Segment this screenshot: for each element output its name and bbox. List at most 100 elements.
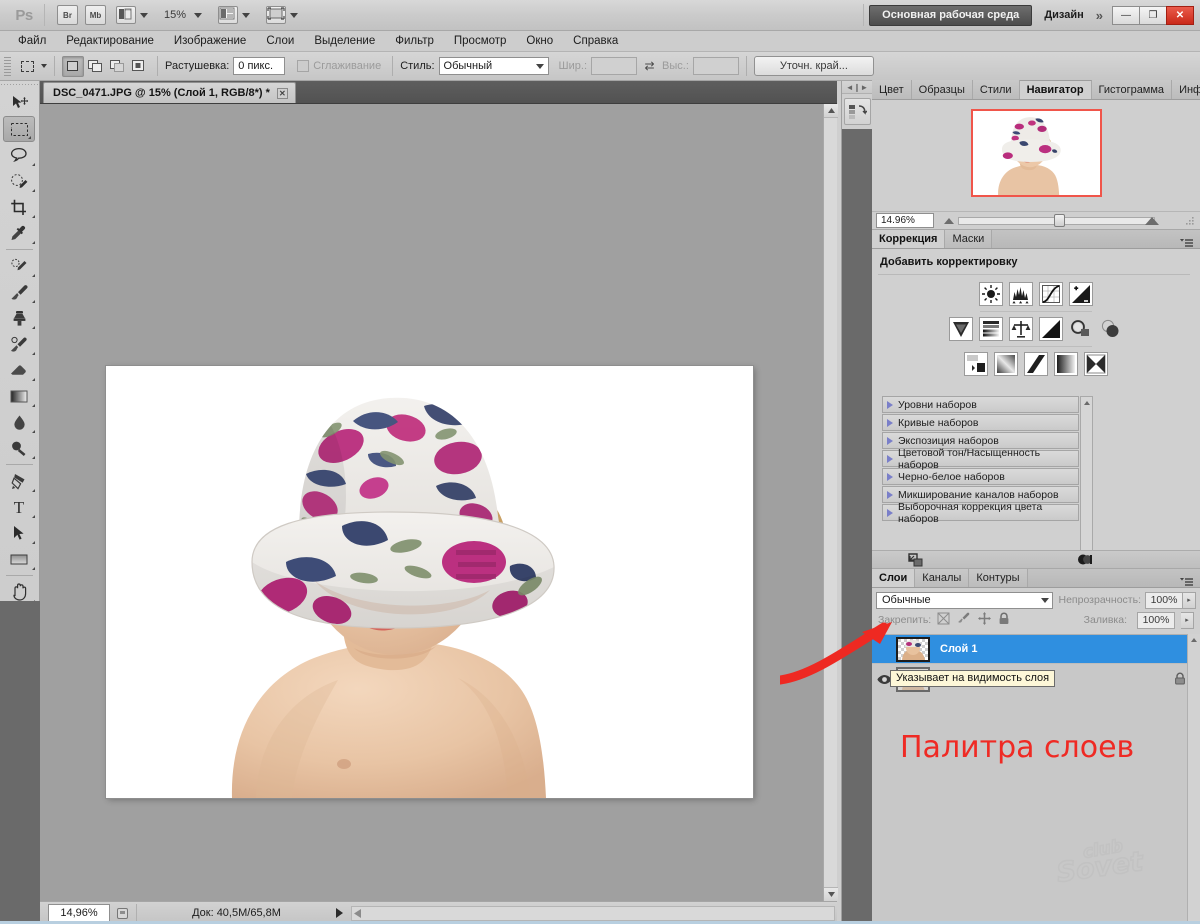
maximize-button[interactable]: ❐	[1139, 5, 1167, 25]
navigator-thumbnail[interactable]	[970, 108, 1102, 197]
fill-stepper-icon[interactable]: ▸	[1181, 611, 1194, 629]
intersect-selection-button[interactable]	[128, 56, 150, 77]
levels-icon[interactable]	[1009, 282, 1033, 306]
lock-position-icon[interactable]	[978, 612, 992, 628]
gradient-tool[interactable]	[0, 383, 38, 409]
tab-histogram[interactable]: Гистограмма	[1091, 80, 1173, 99]
style-select[interactable]: Обычный	[438, 57, 549, 75]
quick-selection-tool[interactable]	[0, 168, 38, 194]
menu-edit[interactable]: Редактирование	[56, 31, 164, 52]
path-selection-tool[interactable]	[0, 520, 38, 546]
scroll-up-arrow-icon[interactable]	[824, 104, 838, 118]
black-white-icon[interactable]	[1039, 317, 1063, 341]
antialias-checkbox[interactable]	[297, 60, 310, 72]
clone-stamp-tool[interactable]	[0, 305, 38, 331]
brush-tool[interactable]	[0, 279, 38, 305]
close-icon[interactable]: ✕	[276, 87, 288, 99]
preset-item[interactable]: Выборочная коррекция цвета наборов	[882, 501, 1079, 525]
tools-panel-grip[interactable]	[0, 81, 39, 90]
lasso-tool[interactable]	[0, 142, 38, 168]
eraser-tool[interactable]	[0, 357, 38, 383]
vibrance-icon[interactable]	[949, 317, 973, 341]
width-input[interactable]	[591, 57, 638, 75]
workspace-design-button[interactable]: Дизайн	[1034, 9, 1093, 21]
threshold-icon[interactable]	[1024, 352, 1048, 376]
dodge-tool[interactable]	[0, 435, 38, 461]
channel-mixer-icon[interactable]	[1099, 317, 1123, 341]
eyedropper-tool[interactable]	[0, 220, 38, 246]
opacity-value[interactable]: 100%	[1145, 591, 1183, 609]
invert-icon[interactable]	[964, 352, 988, 376]
tab-adjustments[interactable]: Коррекция	[872, 229, 946, 248]
preset-item[interactable]: Кривые наборов	[882, 414, 1079, 431]
height-input[interactable]	[692, 57, 739, 75]
lock-image-pixels-icon[interactable]	[957, 612, 971, 628]
current-tool-marquee-icon[interactable]	[15, 56, 39, 77]
menu-window[interactable]: Окно	[516, 31, 563, 52]
arrange-documents-dropdown[interactable]	[218, 5, 251, 25]
subtract-from-selection-button[interactable]	[106, 56, 128, 77]
tab-masks[interactable]: Маски	[945, 229, 993, 248]
minimize-button[interactable]: —	[1112, 5, 1140, 25]
feather-input[interactable]: 0 пикс.	[233, 57, 286, 75]
layer-row-background[interactable]: Указывает на видимость слоя	[872, 664, 1200, 694]
navigator-zoom-slider[interactable]	[940, 213, 1177, 228]
photo-filter-icon[interactable]	[1069, 317, 1093, 341]
dock-collapse-toggle[interactable]: ◄❙►	[842, 81, 872, 94]
crop-tool[interactable]	[0, 194, 38, 220]
adjustments-panel-menu-icon[interactable]	[1173, 239, 1200, 248]
pen-tool[interactable]	[0, 468, 38, 494]
brightness-contrast-icon[interactable]	[979, 282, 1003, 306]
canvas[interactable]	[40, 104, 823, 901]
posterize-icon[interactable]	[994, 352, 1018, 376]
status-page-icon[interactable]	[112, 904, 132, 923]
menu-help[interactable]: Справка	[563, 31, 628, 52]
tab-swatches[interactable]: Образцы	[911, 80, 973, 99]
menu-filter[interactable]: Фильтр	[385, 31, 444, 52]
bridge-icon[interactable]: Br	[57, 5, 78, 25]
return-to-adjustment-list-icon[interactable]	[902, 552, 930, 567]
close-button[interactable]: ✕	[1166, 5, 1194, 25]
refine-edge-button[interactable]: Уточн. край...	[753, 56, 874, 76]
tab-info[interactable]: Инфо	[1172, 80, 1200, 99]
zoom-chevron-down-icon[interactable]	[194, 12, 203, 18]
tab-navigator[interactable]: Навигатор	[1019, 80, 1092, 99]
menu-file[interactable]: Файл	[8, 31, 56, 52]
hue-saturation-icon[interactable]	[979, 317, 1003, 341]
opacity-stepper-icon[interactable]: ▸	[1183, 591, 1196, 609]
layers-scrollbar[interactable]	[1187, 634, 1200, 924]
zoom-out-icon[interactable]	[944, 217, 954, 224]
lock-all-icon[interactable]	[998, 612, 1010, 628]
blur-tool[interactable]	[0, 409, 38, 435]
layers-panel-menu-icon[interactable]	[1173, 578, 1200, 587]
layer-row[interactable]: Слой 1	[872, 635, 1200, 664]
add-to-selection-button[interactable]	[84, 56, 106, 77]
curves-icon[interactable]	[1039, 282, 1063, 306]
lock-transparent-pixels-icon[interactable]	[937, 612, 950, 628]
preset-item[interactable]: Уровни наборов	[882, 396, 1079, 413]
document-tab[interactable]: DSC_0471.JPG @ 15% (Слой 1, RGB/8*) * ✕	[43, 82, 296, 103]
spot-healing-brush-tool[interactable]	[0, 253, 38, 279]
fill-value[interactable]: 100%	[1137, 611, 1175, 629]
gradient-map-icon[interactable]	[1054, 352, 1078, 376]
new-selection-button[interactable]	[62, 55, 84, 77]
mini-bridge-icon[interactable]: Mb	[85, 5, 106, 25]
history-panel-icon[interactable]	[843, 98, 871, 125]
menu-image[interactable]: Изображение	[164, 31, 256, 52]
type-tool[interactable]: T	[0, 494, 38, 520]
move-tool[interactable]	[0, 90, 38, 116]
tool-preset-chevron-down-icon[interactable]	[41, 64, 47, 68]
canvas-horizontal-scrollbar[interactable]	[351, 905, 835, 921]
history-brush-tool[interactable]	[0, 331, 38, 357]
selective-color-icon[interactable]	[1084, 352, 1108, 376]
zoom-in-icon[interactable]	[1145, 216, 1159, 225]
tab-layers[interactable]: Слои	[872, 568, 916, 587]
workspace-more-chevron-icon[interactable]: »	[1094, 8, 1113, 23]
status-menu-arrow-icon[interactable]	[336, 908, 343, 918]
blend-mode-select[interactable]: Обычные	[876, 591, 1053, 609]
slider-handle[interactable]	[1053, 214, 1065, 227]
layer-thumbnail[interactable]	[896, 636, 930, 662]
screen-mode-dropdown[interactable]	[266, 5, 299, 25]
tab-paths[interactable]: Контуры	[969, 568, 1028, 587]
navigator-thumbnail-wrap[interactable]	[872, 100, 1200, 205]
